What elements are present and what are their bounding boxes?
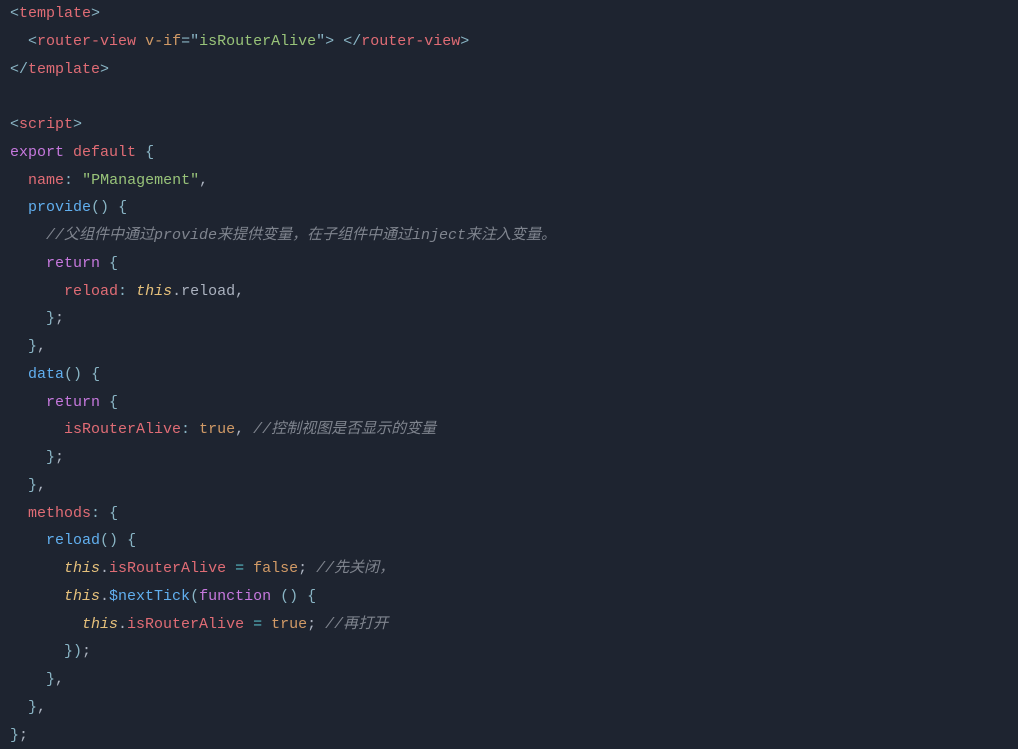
code-line: <template> (10, 5, 100, 22)
code-line: reload: this.reload, (10, 283, 244, 300)
code-line: </template> (10, 61, 109, 78)
code-line: methods: { (10, 505, 118, 522)
code-line: <router-view v-if="isRouterAlive"> </rou… (10, 33, 469, 50)
code-line: }, (10, 699, 46, 716)
code-line: }, (10, 671, 64, 688)
code-line: //父组件中通过provide来提供变量，在子组件中通过inject来注入变量。 (10, 227, 556, 244)
code-line: }; (10, 727, 28, 744)
code-line: provide() { (10, 199, 127, 216)
code-line: reload() { (10, 532, 136, 549)
code-line: this.isRouterAlive = true; //再打开 (10, 616, 388, 633)
code-line: }, (10, 338, 46, 355)
code-line: <script> (10, 116, 82, 133)
code-line: data() { (10, 366, 100, 383)
code-line: name: "PManagement", (10, 172, 208, 189)
code-line: isRouterAlive: true, //控制视图是否显示的变量 (10, 421, 436, 438)
code-line: this.isRouterAlive = false; //先关闭， (10, 560, 394, 577)
code-line: return { (10, 394, 118, 411)
code-line: }); (10, 643, 91, 660)
code-line: }; (10, 310, 64, 327)
code-line: this.$nextTick(function () { (10, 588, 316, 605)
code-line: }, (10, 477, 46, 494)
code-line: return { (10, 255, 118, 272)
code-line: export default { (10, 144, 154, 161)
code-block: <template> <router-view v-if="isRouterAl… (0, 0, 1018, 749)
code-line: }; (10, 449, 64, 466)
